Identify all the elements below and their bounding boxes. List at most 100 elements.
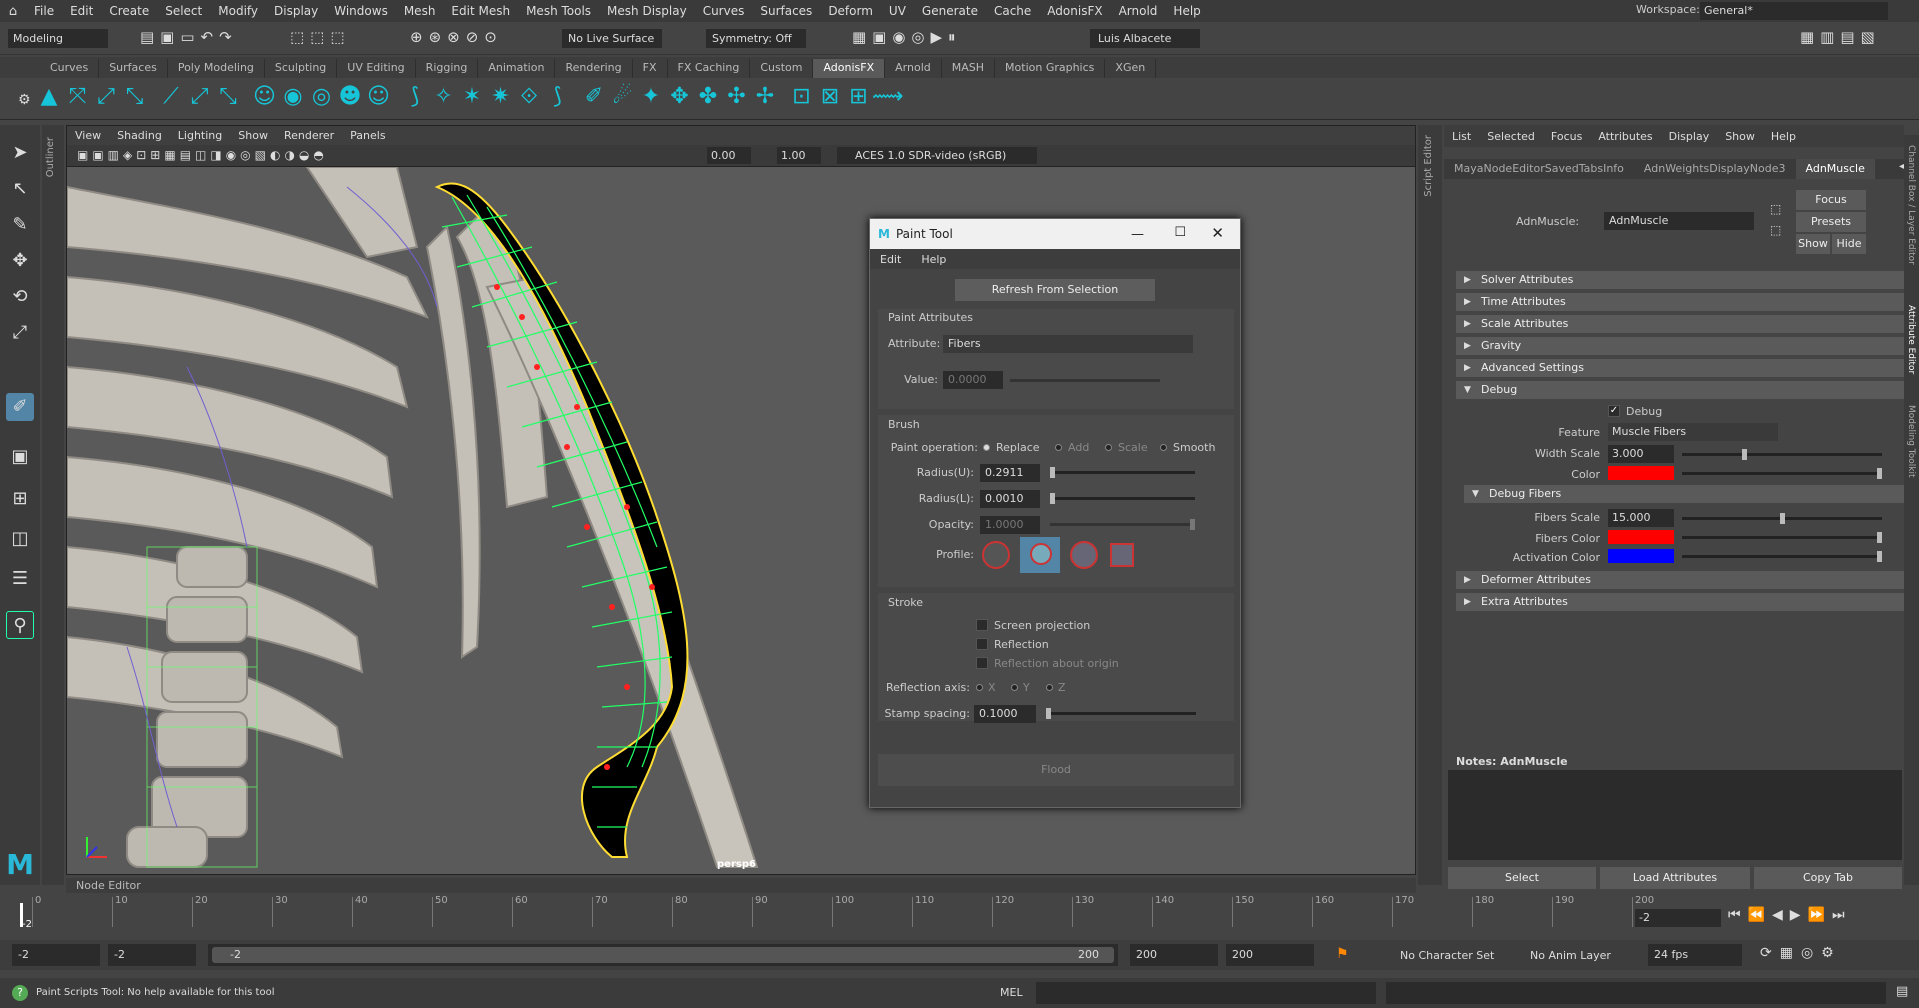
attribute-editor-label[interactable]: Attribute Editor	[1906, 305, 1916, 374]
shelf-tab-uv-editing[interactable]: UV Editing	[337, 59, 416, 78]
menu-file[interactable]: File	[26, 4, 62, 18]
scene-end-field[interactable]: 200	[1226, 944, 1314, 966]
replace-radio[interactable]	[983, 444, 990, 451]
menu-uv[interactable]: UV	[881, 4, 914, 18]
shelf-tool-2-icon[interactable]: ⤧	[63, 82, 93, 112]
shelf-tool-23-icon[interactable]: ✤	[693, 82, 723, 112]
workspace-select[interactable]: General*	[1700, 2, 1888, 20]
shelf-tool-14-icon[interactable]: ✧	[429, 82, 459, 112]
shelf-tab-motion-graphics[interactable]: Motion Graphics	[995, 59, 1106, 78]
fibers-scale-slider[interactable]	[1682, 513, 1882, 524]
presets-button[interactable]: Presets	[1796, 212, 1866, 232]
script-editor-strip[interactable]: Script Editor	[1418, 125, 1442, 885]
anim-layer-select[interactable]: No Anim Layer	[1530, 949, 1611, 962]
width-scale-slider[interactable]	[1682, 449, 1882, 460]
auto-key-icon[interactable]: ⚑	[1336, 946, 1349, 962]
menu-mesh[interactable]: Mesh	[396, 4, 444, 18]
smooth-radio[interactable]	[1160, 444, 1167, 451]
axis-z-radio[interactable]	[1046, 684, 1053, 691]
deformer-attributes-frame[interactable]: ▶ Deformer Attributes	[1456, 571, 1906, 589]
ae-tab-mayanodeeditorsavedtabsinfo[interactable]: MayaNodeEditorSavedTabsInfo	[1444, 159, 1634, 179]
add-radio[interactable]	[1055, 444, 1062, 451]
shelf-tool-3-icon[interactable]: ⤢	[91, 82, 121, 112]
character-set-select[interactable]: No Character Set	[1400, 949, 1494, 962]
command-language-label[interactable]: MEL	[1000, 986, 1023, 999]
radius-u-field[interactable]: 0.2911	[980, 464, 1040, 482]
lasso-tool-icon[interactable]: ↖	[6, 175, 34, 203]
menu-arnold[interactable]: Arnold	[1111, 4, 1166, 18]
fibers-color-slider[interactable]	[1682, 532, 1882, 543]
fibers-scale-field[interactable]: 15.000	[1608, 509, 1674, 527]
shelf-tab-surfaces[interactable]: Surfaces	[99, 59, 168, 78]
radius-u-slider[interactable]	[1050, 467, 1195, 478]
preferences-icons[interactable]: ⟳▦◎⚙	[1760, 945, 1842, 961]
refresh-from-selection-button[interactable]: Refresh From Selection	[955, 279, 1155, 301]
selection-mode-icons[interactable]: ⬚⬚⬚	[290, 28, 351, 46]
shelf-tab-xgen[interactable]: XGen	[1105, 59, 1157, 78]
move-tool-icon[interactable]: ✥	[6, 247, 34, 275]
profile-solid-icon[interactable]	[1070, 541, 1098, 569]
menu-display[interactable]: Display	[266, 4, 326, 18]
menu-select[interactable]: Select	[157, 4, 210, 18]
shelf-tool-20-icon[interactable]: ☄	[608, 82, 638, 112]
shelf-tool-18-icon[interactable]: ⟆	[543, 82, 573, 112]
menu-edit[interactable]: Edit	[62, 4, 101, 18]
focus-button[interactable]: Focus	[1796, 190, 1866, 210]
profile-square-icon[interactable]	[1110, 543, 1134, 567]
shelf-tool-22-icon[interactable]: ✥	[665, 82, 695, 112]
script-editor-label[interactable]: Script Editor	[1423, 135, 1434, 197]
hide-button[interactable]: Hide	[1832, 234, 1866, 254]
shelf-tab-rendering[interactable]: Rendering	[555, 59, 633, 78]
debug-frame[interactable]: ▼ Debug	[1456, 381, 1906, 399]
menu-windows[interactable]: Windows	[326, 4, 396, 18]
scale-tool-icon[interactable]: ⤢	[6, 319, 34, 347]
ae-menu-attributes[interactable]: Attributes	[1590, 130, 1660, 143]
ae-menu-selected[interactable]: Selected	[1479, 130, 1543, 143]
rotate-tool-icon[interactable]: ⟲	[6, 283, 34, 311]
flood-button[interactable]: Flood	[878, 754, 1234, 786]
shelf-tab-rigging[interactable]: Rigging	[416, 59, 479, 78]
fps-select[interactable]: 24 fps	[1648, 944, 1742, 966]
close-icon[interactable]: ✕	[1211, 224, 1224, 242]
opacity-slider[interactable]	[1050, 519, 1195, 530]
menu-edit-mesh[interactable]: Edit Mesh	[443, 4, 518, 18]
menu-help[interactable]: Help	[1165, 4, 1208, 18]
shelf-tool-26-icon[interactable]: ⊡	[787, 82, 817, 112]
ae-menu-help[interactable]: Help	[1763, 130, 1804, 143]
select-tool-icon[interactable]: ➤	[6, 139, 34, 167]
playback-controls-icons[interactable]: ⏮⏪◀▶⏩⏭	[1728, 907, 1852, 923]
shelf-tool-28-icon[interactable]: ⊞	[844, 82, 874, 112]
radius-l-field[interactable]: 0.0010	[980, 490, 1040, 508]
shelf-tab-arnold[interactable]: Arnold	[885, 59, 942, 78]
menu-adonisfx[interactable]: AdonisFX	[1039, 4, 1110, 18]
axis-y-radio[interactable]	[1011, 684, 1018, 691]
shelf-tool-15-icon[interactable]: ✶	[457, 82, 487, 112]
scene-start-field[interactable]: -2	[12, 944, 100, 966]
attribute-select[interactable]: Fibers	[943, 335, 1193, 353]
select-button[interactable]: Select	[1448, 867, 1596, 889]
extra-attributes-frame[interactable]: ▶ Extra Attributes	[1456, 593, 1906, 611]
debug-checkbox[interactable]: ✓	[1608, 405, 1620, 417]
shelf-tab-animation[interactable]: Animation	[478, 59, 556, 78]
menu-cache[interactable]: Cache	[986, 4, 1039, 18]
live-surface-field[interactable]: No Live Surface	[562, 29, 662, 48]
menu-deform[interactable]: Deform	[820, 4, 881, 18]
outliner-strip[interactable]: Outliner	[42, 125, 64, 885]
shelf-tab-fx-caching[interactable]: FX Caching	[668, 59, 751, 78]
ae-tab-adnmuscle[interactable]: AdnMuscle	[1795, 159, 1875, 179]
maximize-icon[interactable]: ☐	[1174, 225, 1186, 240]
single-view-icon[interactable]: ▣	[6, 443, 34, 471]
time-attributes-frame[interactable]: ▶ Time Attributes	[1456, 293, 1906, 311]
opacity-field[interactable]: 1.0000	[980, 516, 1040, 534]
axis-x-radio[interactable]	[976, 684, 983, 691]
copy-tab-button[interactable]: Copy Tab	[1754, 867, 1902, 889]
snap-icons[interactable]: ⊕⊛⊗⊘⊙	[410, 28, 503, 46]
paint-menu-help[interactable]: Help	[911, 253, 956, 266]
shelf-tool-13-icon[interactable]: ⟆	[400, 82, 430, 112]
mode-select[interactable]: Modeling	[8, 29, 108, 48]
notes-textarea[interactable]	[1448, 770, 1902, 860]
four-view-icon[interactable]: ⊞	[6, 485, 34, 513]
radius-l-slider[interactable]	[1050, 493, 1195, 504]
shelf-tab-mash[interactable]: MASH	[942, 59, 996, 78]
shelf-tab-poly-modeling[interactable]: Poly Modeling	[168, 59, 265, 78]
